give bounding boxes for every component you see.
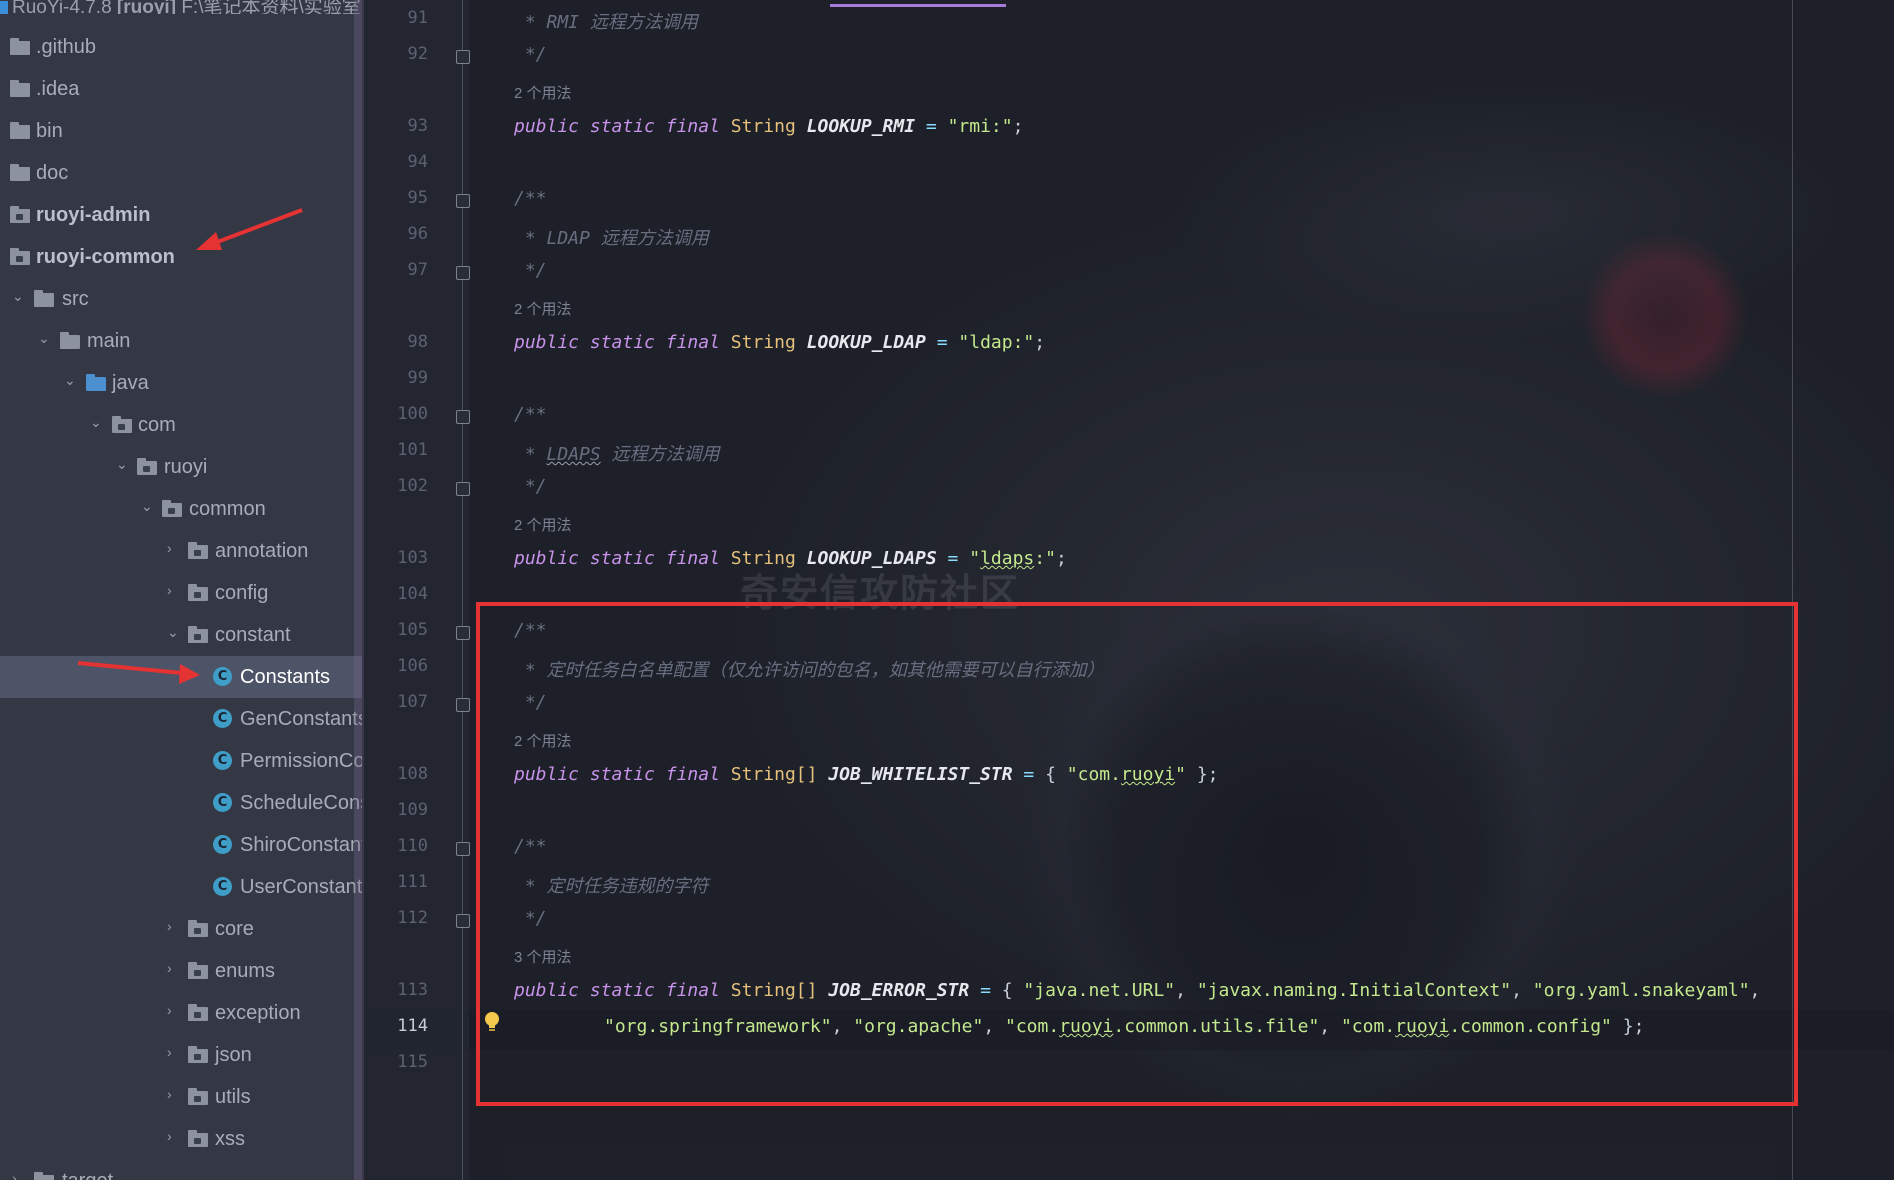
arrow-to-constants-icon <box>77 661 200 684</box>
annotation-arrows <box>77 208 303 684</box>
arrow-to-ruoyi-common-icon <box>196 208 303 250</box>
